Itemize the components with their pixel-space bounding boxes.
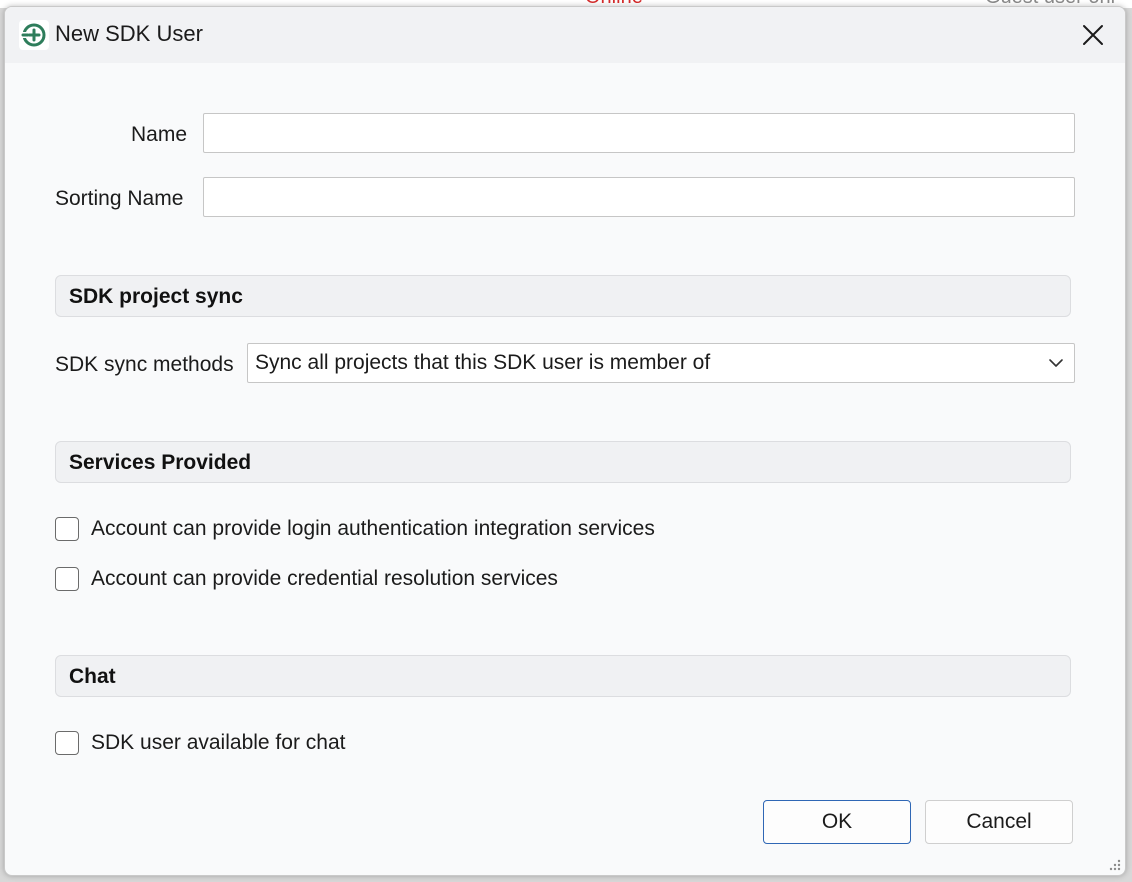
section-title: Chat [69,665,116,688]
cancel-button[interactable]: Cancel [925,800,1073,844]
ok-button[interactable]: OK [763,800,911,844]
resize-grip-icon[interactable] [1107,857,1121,871]
checkbox-label: Account can provide login authentication… [91,517,655,540]
close-button[interactable] [1073,17,1113,53]
close-icon [1083,25,1103,45]
sorting-name-input[interactable] [203,177,1075,217]
select-value: Sync all projects that this SDK user is … [255,351,711,374]
dialog-titlebar: New SDK User [5,7,1125,63]
available-for-chat-checkbox-row[interactable]: SDK user available for chat [55,728,345,758]
sdk-sync-methods-select[interactable]: Sync all projects that this SDK user is … [247,343,1075,383]
credential-resolution-checkbox-row[interactable]: Account can provide credential resolutio… [55,564,558,594]
section-title: SDK project sync [69,285,243,308]
section-header-sdk-project-sync: SDK project sync [55,275,1071,317]
section-header-services-provided: Services Provided [55,441,1071,483]
login-auth-services-checkbox[interactable] [55,517,79,541]
credential-resolution-checkbox[interactable] [55,567,79,591]
sdk-sync-methods-label: SDK sync methods [55,353,234,376]
login-auth-services-checkbox-row[interactable]: Account can provide login authentication… [55,514,655,544]
sorting-name-label: Sorting Name [55,187,184,210]
name-input[interactable] [203,113,1075,153]
checkbox-label: Account can provide credential resolutio… [91,567,558,590]
app-logo-icon [19,20,49,50]
chevron-down-icon [1049,359,1063,367]
section-header-chat: Chat [55,655,1071,697]
new-sdk-user-dialog: New SDK User Name Sorting Name SDK proje… [4,6,1126,876]
available-for-chat-checkbox[interactable] [55,731,79,755]
dialog-title: New SDK User [55,21,203,46]
checkbox-label: SDK user available for chat [91,731,346,754]
section-title: Services Provided [69,451,252,474]
name-label: Name [131,123,188,146]
